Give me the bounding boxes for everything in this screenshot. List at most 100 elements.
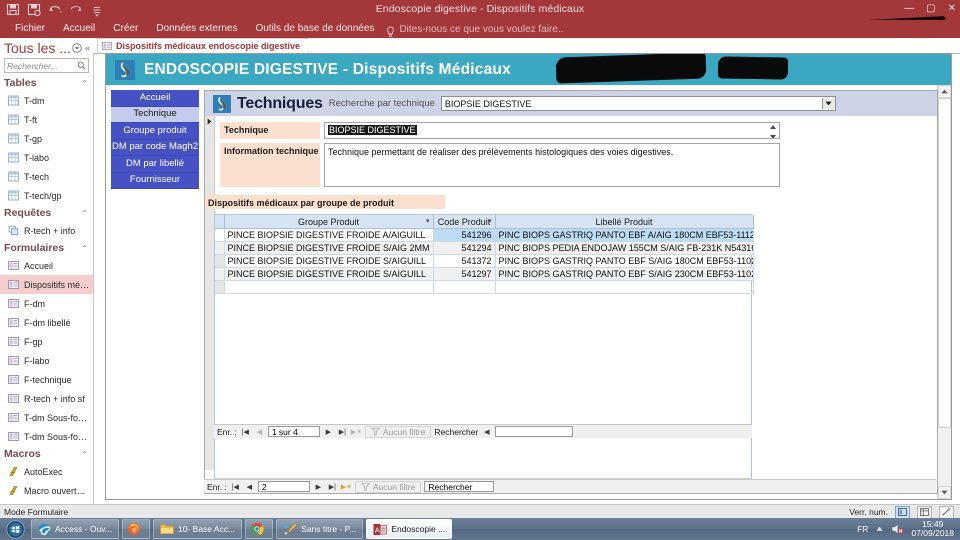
collapse-pane-button[interactable]: « — [85, 43, 90, 53]
technique-search-combobox[interactable]: BIOPSIE DIGESTIVE — [440, 96, 836, 111]
cell-groupe-produit[interactable]: PINCE BIOPSIE DIGESTIVE FROIDE S/AIGUILL — [224, 267, 434, 281]
scroll-up-button[interactable] — [938, 85, 951, 98]
taskbar-item-chrome[interactable] — [245, 519, 274, 539]
nav-item-f-dm[interactable]: F-dm — [0, 294, 93, 313]
navigation-pane-title[interactable]: Tous les ... — [4, 40, 71, 56]
cell-groupe-produit[interactable] — [224, 280, 434, 294]
cell-code-produit[interactable]: 541297 — [433, 267, 496, 281]
filter-status-button[interactable]: Aucun filtre — [364, 425, 432, 438]
technique-field-input[interactable]: BIOPSIE DIGESTIVE — [324, 122, 780, 139]
row-selector[interactable] — [215, 267, 225, 281]
cell-code-produit[interactable] — [433, 280, 496, 294]
nav-item-t-ft[interactable]: T-ft — [0, 110, 93, 129]
previous-record-button[interactable]: ◀ — [244, 481, 255, 492]
nav-item-accueil[interactable]: Accueil — [0, 256, 93, 275]
form-nav-dm-par-code-magh2[interactable]: DM par code Magh2 — [111, 139, 199, 156]
cell-groupe-produit[interactable]: PINCE BIOPSIE DIGESTIVE FROIDE S/AIGUILL — [224, 254, 434, 268]
chevron-up-icon[interactable]: ⌃ — [81, 209, 88, 218]
tell-me-box[interactable]: Dites-nous ce que vous voulez faire.. — [383, 24, 563, 37]
cell-libelle-produit[interactable]: PINC BIOPS GASTRIQ PANTO EBF S/AIG 180CM… — [495, 254, 754, 268]
taskbar-item-firefox[interactable] — [122, 519, 150, 539]
nav-item-t-gp[interactable]: T-gp — [0, 129, 93, 148]
table-row[interactable]: PINCE BIOPSIE DIGESTIVE FROIDE S/AIGUILL… — [215, 254, 754, 268]
row-selector[interactable] — [215, 280, 225, 294]
show-hidden-icons-icon[interactable] — [875, 525, 884, 533]
nav-item-t-tech-gp[interactable]: T-tech/gp — [0, 186, 93, 205]
information-technique-field-input[interactable]: Technique permettant de réaliser des pré… — [324, 143, 780, 187]
taskbar-clock[interactable]: 15:49 07/09/2018 — [911, 519, 956, 539]
column-header-code-produit[interactable]: Code Produit ▾ — [433, 215, 496, 229]
cell-code-produit[interactable]: 541294 — [433, 241, 496, 255]
nav-item-r-tech-info-sf[interactable]: R-tech + info sf — [0, 389, 93, 408]
nav-item-f-labo[interactable]: F-labo — [0, 351, 93, 370]
previous-record-button[interactable]: ◀ — [254, 426, 265, 437]
navigation-group-macros[interactable]: Macros ⌃ — [0, 446, 93, 462]
last-record-button[interactable]: ▶| — [337, 426, 348, 437]
design-view-icon[interactable] — [939, 505, 954, 519]
sort-caret-icon[interactable]: ▾ — [426, 217, 430, 225]
ribbon-tab-fichier[interactable]: Fichier — [6, 20, 54, 38]
minimize-button[interactable]: — — [904, 2, 914, 16]
nav-item-f-gp[interactable]: F-gp — [0, 332, 93, 351]
taskbar-item-sans-titre-paint[interactable]: Sans titre - P... — [276, 519, 364, 539]
record-position-box[interactable]: 1 sur 4 — [267, 426, 320, 437]
nav-item-t-labo[interactable]: T-labo — [0, 148, 93, 167]
nav-item-t-dm-sous-formulaire-1[interactable]: T-dm Sous-formulai... — [0, 408, 93, 427]
cell-libelle-produit[interactable]: PINC BIOPS PEDIA ENDOJAW 155CM S/AIG FB-… — [495, 241, 754, 255]
nav-item-t-dm[interactable]: T-dm — [0, 91, 93, 110]
ribbon-tab-creer[interactable]: Créer — [104, 20, 147, 38]
scroll-thumb[interactable] — [938, 98, 951, 428]
table-row[interactable]: PINCE BIOPSIE DIGESTIVE FROIDE A/AIGUILL… — [215, 228, 754, 242]
ribbon-tab-accueil[interactable]: Accueil — [54, 20, 104, 38]
row-selector[interactable] — [215, 228, 225, 242]
form-view-icon[interactable] — [895, 505, 910, 519]
chevron-up-icon[interactable]: ⌃ — [81, 244, 88, 253]
form-nav-accueil[interactable]: Accueil — [111, 90, 199, 107]
table-row-new[interactable] — [215, 280, 754, 294]
taskbar-item-endoscopie-access[interactable]: A Endoscopie ... — [366, 519, 453, 539]
nav-item-f-technique[interactable]: F-technique — [0, 370, 93, 389]
chevron-up-icon[interactable]: ⌃ — [81, 450, 88, 459]
navigation-search-box[interactable]: Rechercher... — [4, 58, 89, 73]
maximize-button[interactable]: ▢ — [926, 2, 935, 16]
form-nav-dm-par-libelle[interactable]: DM par libellé — [111, 156, 199, 173]
form-vertical-scrollbar[interactable] — [937, 85, 951, 499]
navigation-group-requetes[interactable]: Requêtes ⌃ — [0, 205, 93, 221]
ribbon-tab-outils-base-de-donnees[interactable]: Outils de base de données — [246, 20, 383, 38]
cell-libelle-produit[interactable]: PINC BIOPS GASTRIQ PANTO EBF A/AIG 180CM… — [495, 228, 754, 242]
language-indicator[interactable]: FR — [857, 524, 868, 534]
new-record-button[interactable]: ▶✶ — [351, 426, 362, 437]
row-selector[interactable] — [215, 254, 225, 268]
next-record-button[interactable]: ▶ — [313, 481, 324, 492]
chevron-up-icon[interactable]: ⌃ — [81, 79, 88, 88]
cell-groupe-produit[interactable]: PINCE BIOPSIE DIGESTIVE FROIDE S/AIG 2MM — [224, 241, 434, 255]
close-button[interactable]: ✕ — [948, 2, 956, 16]
nav-item-macro-ouverture[interactable]: Macro ouverture ac... — [0, 481, 93, 500]
nav-item-dispositifs-medicaux[interactable]: Dispositifs médicau... — [0, 275, 93, 294]
cell-libelle-produit[interactable] — [495, 280, 754, 294]
table-row[interactable]: PINCE BIOPSIE DIGESTIVE FROIDE S/AIG 2MM… — [215, 241, 754, 255]
chevron-down-icon[interactable] — [72, 42, 82, 53]
nav-item-r-tech-info[interactable]: R-tech + info — [0, 221, 93, 240]
form-nav-groupe-produit[interactable]: Groupe produit — [111, 123, 199, 140]
table-row[interactable]: PINCE BIOPSIE DIGESTIVE FROIDE S/AIGUILL… — [215, 267, 754, 281]
document-tab-dispositifs-medicaux[interactable]: Dispositifs médicaux endoscopie digestiv… — [97, 38, 316, 53]
first-record-button[interactable]: |◀ — [240, 426, 251, 437]
column-header-groupe-produit[interactable]: Groupe Produit ▾ — [224, 215, 434, 229]
record-position-box[interactable]: 2 — [257, 481, 310, 492]
row-selector[interactable] — [215, 241, 225, 255]
first-record-button[interactable]: |◀ — [230, 481, 241, 492]
scroll-down-button[interactable] — [938, 486, 951, 499]
search-input[interactable] — [495, 426, 574, 437]
nav-item-f-dm-libelle[interactable]: F-dm libellé — [0, 313, 93, 332]
ribbon-tab-donnees-externes[interactable]: Données externes — [147, 20, 246, 38]
select-all-corner[interactable] — [215, 215, 225, 229]
last-record-button[interactable]: ▶| — [327, 481, 338, 492]
layout-view-icon[interactable] — [917, 505, 932, 519]
form-nav-fournisseur[interactable]: Fournisseur — [111, 172, 199, 189]
new-record-button[interactable]: ▶✶ — [341, 481, 352, 492]
cell-code-produit[interactable]: 541372 — [433, 254, 496, 268]
nav-item-autoexec[interactable]: AutoExec — [0, 462, 93, 481]
taskbar-item-10-base-acc[interactable]: 10- Base Acc... — [153, 519, 243, 539]
field-spin-buttons[interactable] — [769, 124, 778, 138]
